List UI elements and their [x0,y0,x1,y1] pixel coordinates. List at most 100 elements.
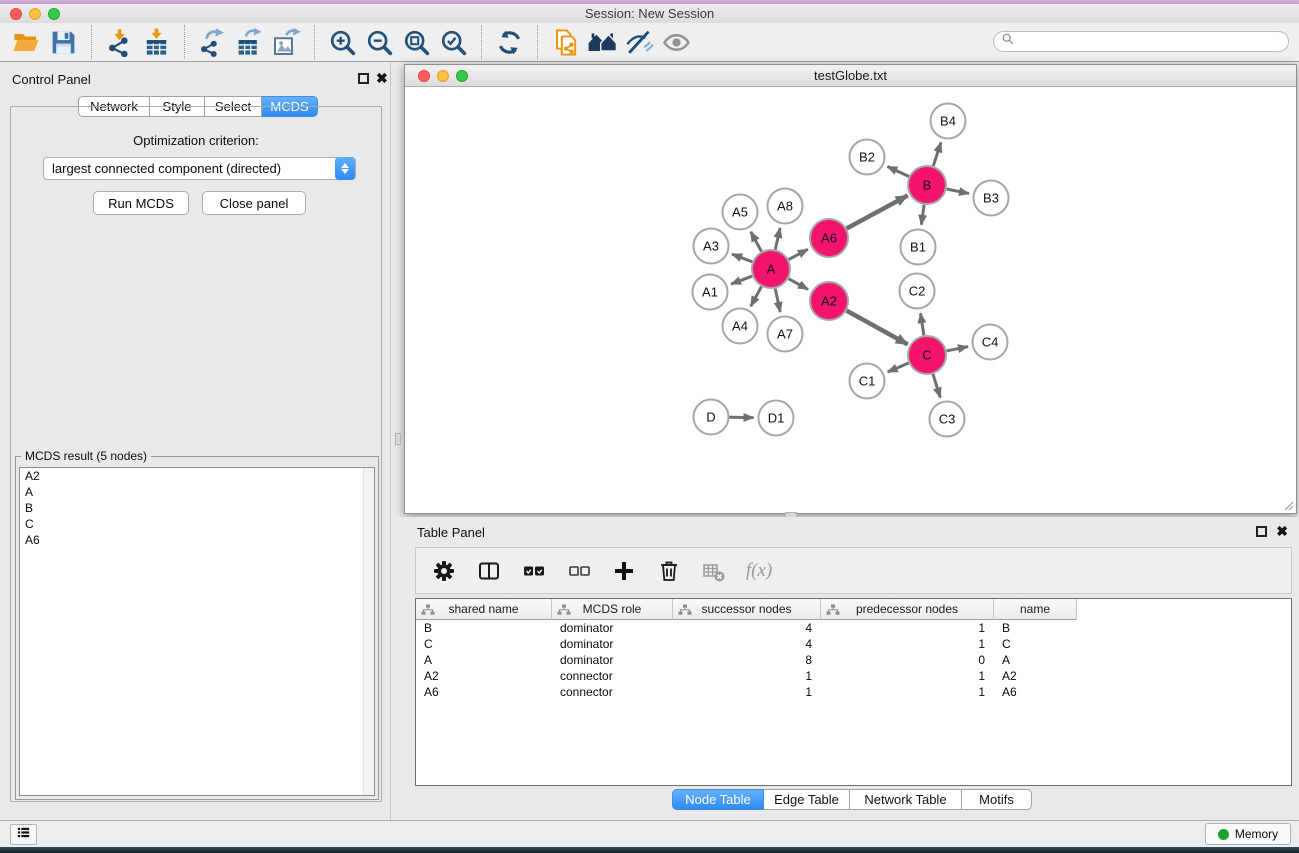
table-cell[interactable]: B [994,621,1077,635]
graph-edge-C-C2[interactable] [920,313,923,335]
table-cell[interactable]: connector [552,685,673,699]
add-icon[interactable] [610,557,638,585]
table-cell[interactable]: 1 [821,621,994,635]
export-table-icon[interactable] [231,25,268,59]
table-row[interactable]: Adominator80A [416,652,1291,668]
select-all-icon[interactable] [520,557,548,585]
mcds-result-list[interactable]: A2ABCA6 [19,467,375,796]
task-history-button[interactable] [10,824,37,845]
column-header-shared-name[interactable]: shared name [416,599,552,620]
graph-node-C1[interactable]: C1 [850,364,885,399]
delete-icon[interactable] [655,557,683,585]
graph-edge-C-C4[interactable] [947,347,968,351]
table-cell[interactable]: A2 [416,669,552,683]
column-layout-icon[interactable] [475,557,503,585]
table-cell[interactable]: A6 [994,685,1077,699]
table-cell[interactable]: 4 [673,637,821,651]
table-cell[interactable]: dominator [552,653,673,667]
table-cell[interactable]: 4 [673,621,821,635]
graph-node-B4[interactable]: B4 [931,104,966,139]
import-table-icon[interactable] [138,25,175,59]
search-input[interactable] [1015,33,1288,50]
graph-edge-A-A5[interactable] [751,232,762,252]
table-cell[interactable]: 1 [673,669,821,683]
graph-node-A7[interactable]: A7 [768,317,803,352]
mcds-result-item[interactable]: A [20,484,374,500]
search-box[interactable] [993,31,1289,52]
column-header-predecessor-nodes[interactable]: predecessor nodes [821,599,994,620]
graph-node-A8[interactable]: A8 [768,189,803,224]
home-icon[interactable] [584,25,621,59]
graph-edge-A-A2[interactable] [789,279,808,290]
graph-node-A3[interactable]: A3 [694,229,729,264]
import-network-icon[interactable] [101,25,138,59]
graph-node-B3[interactable]: B3 [974,181,1009,216]
run-mcds-button[interactable]: Run MCDS [93,191,189,215]
graph-node-A5[interactable]: A5 [723,195,758,230]
graph-node-A4[interactable]: A4 [723,309,758,344]
graph-node-A[interactable]: A [752,250,790,288]
table-row[interactable]: A2connector11A2 [416,668,1291,684]
graph-edge-B-B1[interactable] [921,205,924,225]
tab-edge-table[interactable]: Edge Table [764,789,850,810]
table-cell[interactable]: dominator [552,637,673,651]
graph-node-C4[interactable]: C4 [973,325,1008,360]
mcds-result-item[interactable]: A6 [20,532,374,548]
table-cell[interactable]: C [994,637,1077,651]
network-canvas[interactable]: B4B2BB3B1A5A8A6A3AA1A2A4A7C2CC4C1C3DD1 [405,87,1296,513]
save-icon[interactable] [45,25,82,59]
export-image-icon[interactable] [268,25,305,59]
layout-refresh-icon[interactable] [491,25,528,59]
graph-edge-A-A4[interactable] [751,287,762,307]
table-cell[interactable]: C [416,637,552,651]
graph-node-D[interactable]: D [694,400,729,435]
table-cell[interactable]: 8 [673,653,821,667]
close-panel-icon[interactable]: ✖ [376,73,388,84]
resize-grip-icon[interactable] [1282,499,1294,511]
deselect-all-icon[interactable] [565,557,593,585]
graph-node-A1[interactable]: A1 [693,275,728,310]
graph-edge-A-A6[interactable] [789,249,808,259]
tab-motifs[interactable]: Motifs [962,789,1032,810]
column-header-MCDS-role[interactable]: MCDS role [552,599,673,620]
graph-edge-B-B4[interactable] [933,142,941,166]
graph-node-C2[interactable]: C2 [900,274,935,309]
graph-edge-C-C3[interactable] [933,374,940,397]
graph-node-A2[interactable]: A2 [810,282,848,320]
graph-edge-A-A3[interactable] [732,254,752,262]
graph-edge-B-B3[interactable] [947,189,969,194]
graph-node-A6[interactable]: A6 [810,219,848,257]
graph-edge-B-B2[interactable] [887,167,908,177]
table-cell[interactable]: 1 [673,685,821,699]
table-cell[interactable]: B [416,621,552,635]
close-panel-button[interactable]: Close panel [202,191,306,215]
zoom-out-icon[interactable] [361,25,398,59]
table-cell[interactable]: connector [552,669,673,683]
graph-node-D1[interactable]: D1 [759,401,794,436]
list-scrollbar[interactable] [363,468,374,795]
new-network-icon[interactable] [547,25,584,59]
table-cell[interactable]: 1 [821,685,994,699]
graph-edge-A-A8[interactable] [775,228,780,250]
hide-eye-icon[interactable] [621,25,658,59]
table-cell[interactable]: A6 [416,685,552,699]
graph-edge-A-A7[interactable] [775,289,780,312]
graph-edge-A2-C[interactable] [847,311,908,345]
tab-network-table[interactable]: Network Table [850,789,962,810]
settings-gear-icon[interactable] [430,557,458,585]
export-network-icon[interactable] [194,25,231,59]
mcds-result-item[interactable]: C [20,516,374,532]
mcds-result-item[interactable]: A2 [20,468,374,484]
table-cell[interactable]: A [416,653,552,667]
float-panel-icon[interactable] [358,73,369,84]
graph-node-B1[interactable]: B1 [901,230,936,265]
tab-node-table[interactable]: Node Table [672,789,764,810]
graph-node-C3[interactable]: C3 [930,402,965,437]
float-table-panel-icon[interactable] [1256,526,1267,537]
open-icon[interactable] [8,25,45,59]
graph-node-B2[interactable]: B2 [850,140,885,175]
criterion-dropdown[interactable]: largest connected component (directed) [43,157,356,180]
zoom-selected-icon[interactable] [435,25,472,59]
table-cell[interactable]: 1 [821,637,994,651]
table-cell[interactable]: 0 [821,653,994,667]
